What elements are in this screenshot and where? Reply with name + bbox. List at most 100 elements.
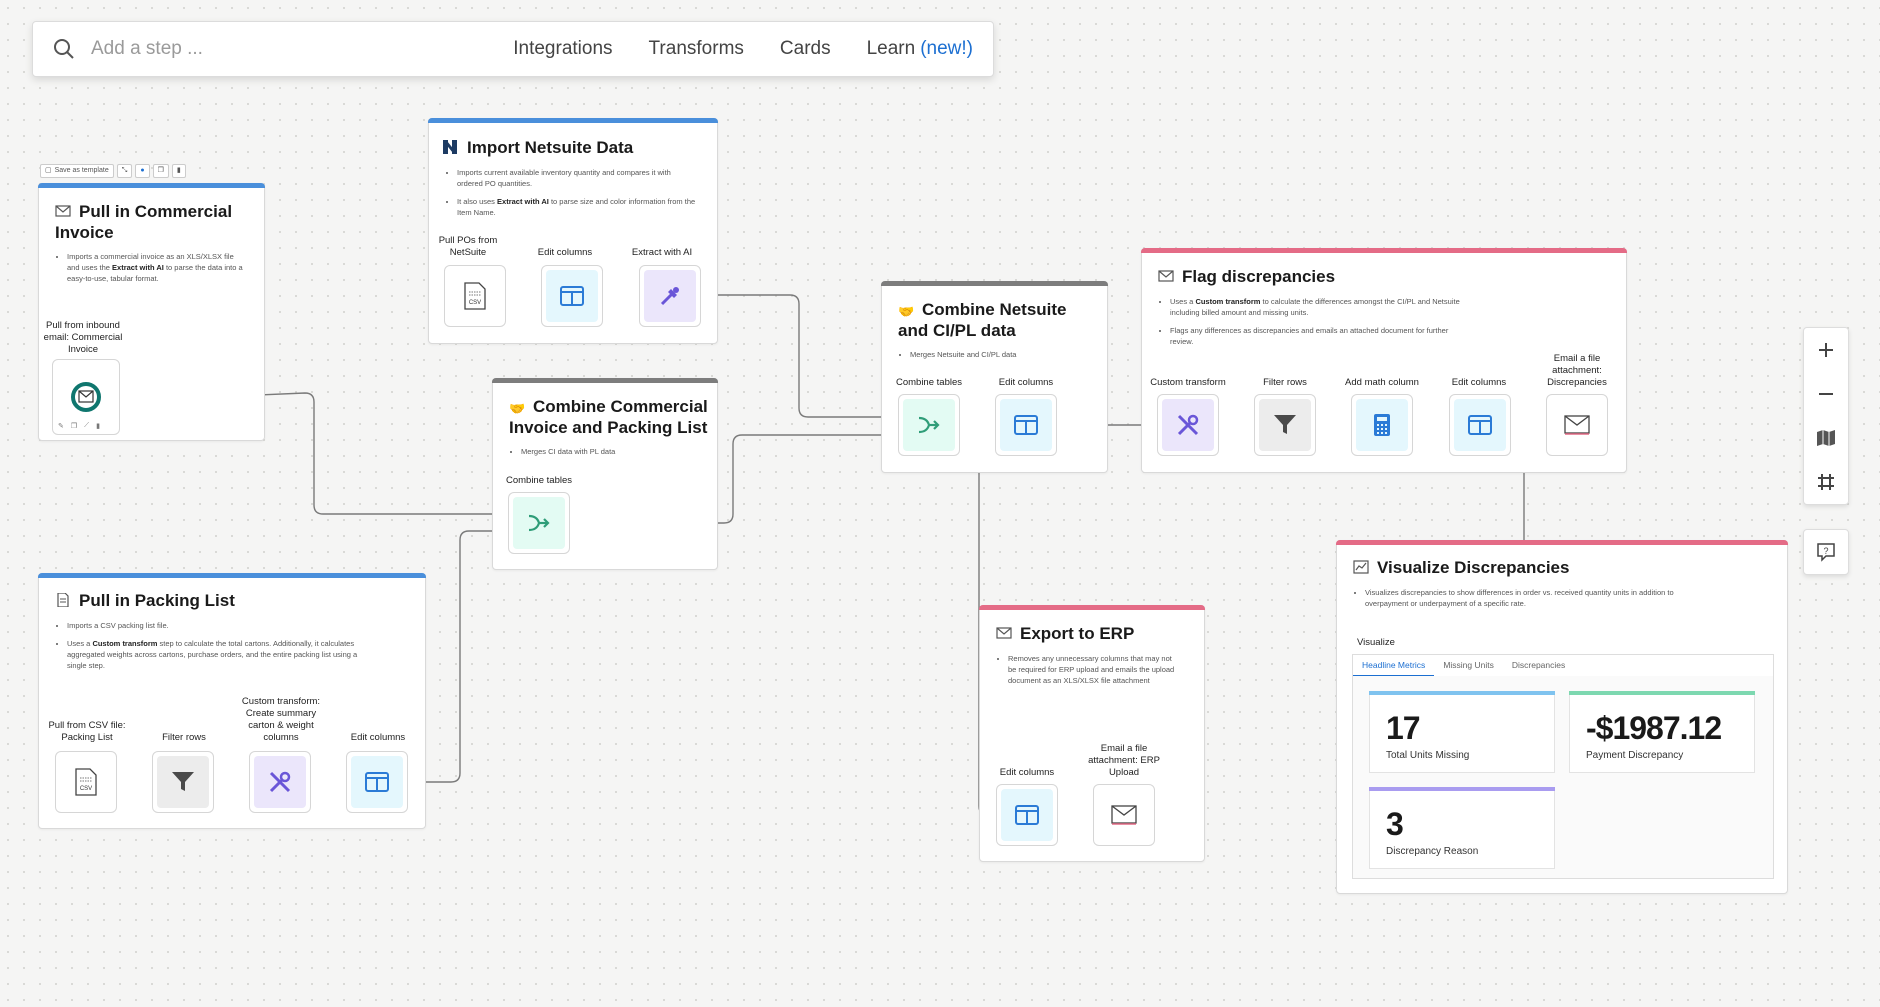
handshake-icon: 🤝 (509, 401, 526, 416)
step-add-math-column[interactable] (1351, 394, 1413, 456)
minimap-button[interactable] (1804, 416, 1848, 460)
csv-file-icon: CSV (75, 768, 97, 796)
card-description: Uses a Custom transform to calculate the… (1170, 296, 1470, 318)
palette-icon[interactable]: ● (135, 164, 150, 178)
nav-transforms[interactable]: Transforms (649, 38, 744, 60)
step-edit-columns[interactable] (995, 394, 1057, 456)
step-label: Extract with AI (631, 247, 693, 258)
columns-icon (1015, 805, 1039, 825)
merge-icon (528, 514, 550, 532)
help-control: ? (1803, 529, 1849, 575)
zoom-out-button[interactable] (1804, 372, 1848, 416)
card-title: Pull in Packing List (79, 591, 235, 610)
netsuite-icon (443, 140, 457, 154)
tab-headline-metrics[interactable]: Headline Metrics (1353, 655, 1435, 677)
card-title: Combine Netsuite and CI/PL data (898, 300, 1067, 340)
step-edit-columns[interactable] (996, 784, 1058, 846)
envelope-icon (1564, 415, 1590, 435)
email-icon (55, 205, 71, 217)
metric-value: -$1987.12 (1586, 710, 1722, 746)
step-extract-ai[interactable] (639, 265, 701, 327)
template-icon: ▢ (45, 167, 52, 174)
duplicate-icon[interactable]: ❐ (71, 422, 77, 430)
canvas-controls (1803, 327, 1849, 505)
card-description-2: Flags any differences as discrepancies a… (1170, 325, 1470, 347)
frame-icon (1818, 474, 1834, 490)
step-edit-columns[interactable] (1449, 394, 1511, 456)
step-pull-csv[interactable]: CSV (55, 751, 117, 813)
filter-icon (1274, 415, 1296, 434)
expand-icon[interactable]: ⤡ (116, 164, 133, 178)
step-combine-tables[interactable] (508, 492, 570, 554)
help-icon: ? (1817, 543, 1835, 562)
step-label: Edit columns (1451, 377, 1507, 388)
zoom-in-button[interactable] (1804, 328, 1848, 372)
step-label: Edit columns (998, 377, 1054, 388)
step-label: Email a file attachment: ERP Upload (1088, 743, 1160, 778)
step-custom-transform[interactable] (249, 751, 311, 813)
email-inbound-icon (71, 382, 101, 412)
step-combine-tables[interactable] (898, 394, 960, 456)
step-pull-pos[interactable]: CSV (444, 265, 506, 327)
card-description: Imports current available inventory quan… (457, 167, 697, 189)
step-edit-columns[interactable] (541, 265, 603, 327)
columns-icon (1468, 415, 1492, 435)
card-description: Imports a commercial invoice as an XLS/X… (67, 251, 247, 284)
svg-text:CSV: CSV (80, 786, 92, 792)
delete-icon[interactable]: ▮ (96, 422, 100, 430)
tab-discrepancies[interactable]: Discrepancies (1503, 655, 1574, 677)
step-label: Custom transform: Create summary carton … (241, 696, 321, 743)
trash-icon[interactable]: ▮ (171, 164, 186, 178)
step-email-erp[interactable] (1093, 784, 1155, 846)
step-filter-rows[interactable] (152, 751, 214, 813)
step-actions: ✎ ❐ ⟋ ▮ (58, 422, 100, 430)
card-description: Merges Netsuite and CI/PL data (910, 349, 1100, 360)
step-label: Pull from CSV file: Packing List (48, 720, 126, 743)
svg-text:?: ? (1823, 546, 1828, 556)
merge-icon (918, 416, 940, 434)
new-badge: (new!) (920, 38, 973, 59)
card-description: Imports a CSV packing list file. (67, 620, 367, 631)
plus-icon (1819, 343, 1833, 357)
step-filter-rows[interactable] (1254, 394, 1316, 456)
chart-icon[interactable]: ⟋ (84, 422, 89, 430)
copy-icon[interactable]: ❐ (152, 164, 169, 178)
minus-icon (1819, 393, 1833, 395)
nav-integrations[interactable]: Integrations (513, 38, 612, 60)
step-edit-columns[interactable] (346, 751, 408, 813)
metric-value: 3 (1386, 806, 1404, 842)
card-title: Import Netsuite Data (467, 138, 634, 157)
search-input[interactable]: Add a step ... (91, 38, 477, 60)
fit-view-button[interactable] (1804, 460, 1848, 504)
metric-card: -$1987.12 Payment Discrepancy (1569, 691, 1755, 773)
metric-card: 17 Total Units Missing (1369, 691, 1555, 773)
document-icon (57, 593, 69, 607)
save-as-template-button[interactable]: ▢ Save as template (40, 164, 114, 178)
step-label: Combine tables (895, 377, 962, 388)
columns-icon (1014, 415, 1038, 435)
eyedropper-icon (660, 287, 679, 306)
step-label: Edit columns (999, 767, 1055, 778)
nav-cards[interactable]: Cards (780, 38, 831, 60)
help-button[interactable]: ? (1804, 530, 1848, 574)
metric-card: 3 Discrepancy Reason (1369, 787, 1555, 869)
metric-label: Payment Discrepancy (1586, 750, 1684, 761)
card-title: Pull in Commercial Invoice (55, 202, 233, 242)
columns-icon (560, 286, 584, 306)
tab-missing-units[interactable]: Missing Units (1434, 655, 1503, 677)
svg-text:CSV: CSV (469, 300, 481, 306)
csv-file-icon: CSV (464, 282, 486, 310)
card-title: Combine Commercial Invoice and Packing L… (509, 397, 708, 437)
edit-icon[interactable]: ✎ (58, 422, 64, 430)
card-title: Export to ERP (1020, 624, 1135, 643)
step-label: Pull from inbound email: Commercial Invo… (43, 320, 123, 355)
step-label: Edit columns (350, 732, 406, 743)
nav-learn[interactable]: Learn (new!) (867, 38, 973, 60)
step-label: Pull POs from NetSuite (438, 235, 498, 258)
step-email-discrepancies[interactable] (1546, 394, 1608, 456)
tools-icon (1177, 414, 1199, 436)
step-custom-transform[interactable] (1157, 394, 1219, 456)
metrics-panel: 17 Total Units Missing -$1987.12 Payment… (1352, 676, 1774, 879)
step-label: Edit columns (537, 247, 593, 258)
step-label: Filter rows (1263, 377, 1307, 388)
